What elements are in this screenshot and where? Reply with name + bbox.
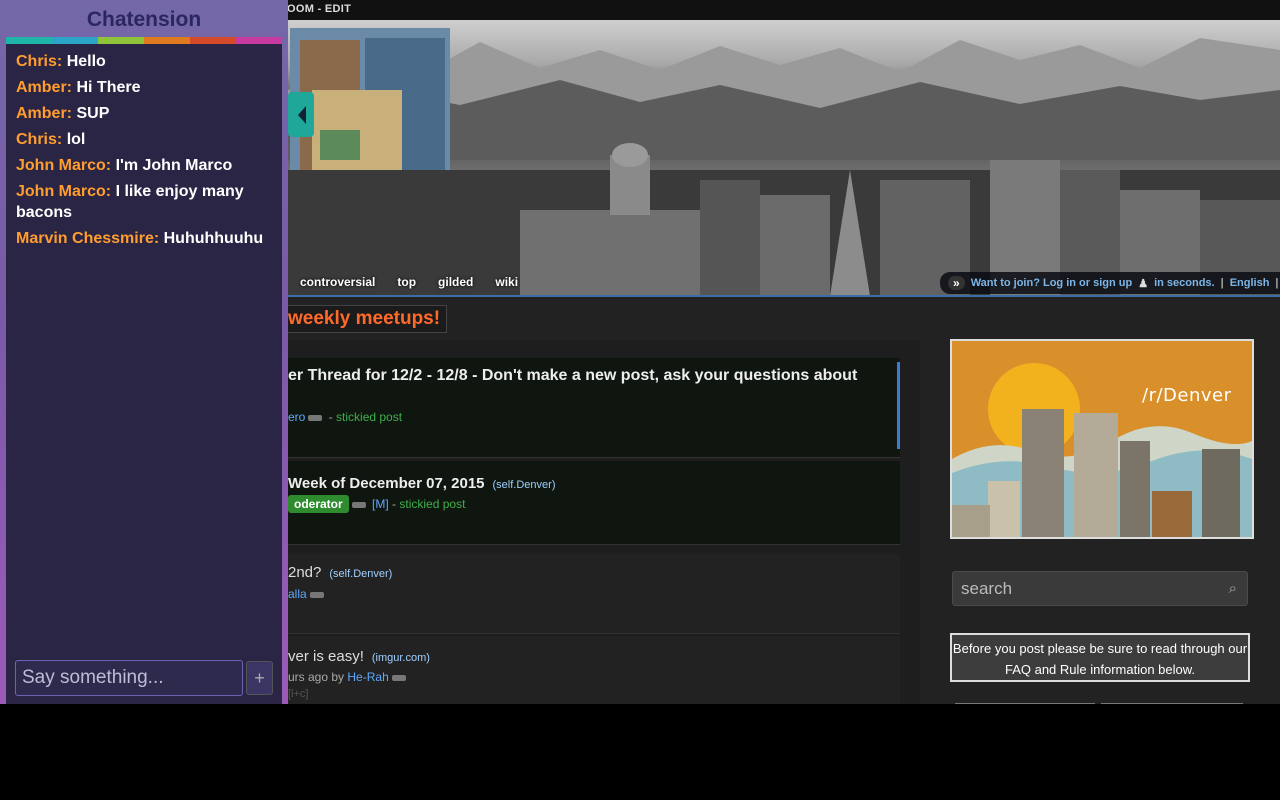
chat-text: Hi There — [76, 79, 141, 96]
separator: | — [1275, 277, 1279, 289]
mod-tag: [M] — [372, 497, 389, 511]
post-domain[interactable]: (self.Denver) — [329, 568, 392, 580]
post-author[interactable]: He-Rah — [347, 670, 388, 684]
scroll-indicator — [897, 362, 900, 450]
color-segment — [144, 37, 190, 44]
chat-message: Amber: SUP — [16, 103, 272, 124]
stickied-label: stickied post — [336, 410, 403, 424]
login-signup-link[interactable]: Want to join? Log in or sign up — [971, 277, 1133, 289]
subreddit-logo[interactable]: /r/Denver — [950, 339, 1254, 539]
chat-message: Chris: lol — [16, 129, 272, 150]
post-meta: ero - stickied post — [288, 410, 402, 424]
post-extra: [l+c] — [288, 688, 309, 700]
post-author[interactable]: alla — [288, 587, 307, 601]
separator: - — [392, 497, 397, 511]
post-meta: oderator [M] - stickied post — [288, 495, 466, 513]
chat-composer: + — [6, 651, 282, 704]
list-item: 2nd? (self.Denver) alla — [288, 554, 900, 634]
search-icon[interactable]: ⌕ — [1229, 580, 1237, 597]
post-title[interactable]: ver is easy! — [288, 648, 364, 665]
login-seconds-text: in seconds. — [1154, 277, 1215, 289]
denver-logo-illustration — [952, 341, 1252, 537]
chat-log: Chris: Hello Amber: Hi There Amber: SUP … — [6, 44, 282, 651]
banner-divider — [288, 295, 1280, 297]
list-item: er Thread for 12/2 - 12/8 - Don't make a… — [288, 358, 900, 458]
chat-message: John Marco: I like enjoy many bacons — [16, 181, 272, 223]
stickied-label: stickied post — [399, 497, 466, 511]
post-title[interactable]: 2nd? — [288, 564, 321, 581]
color-segment — [52, 37, 98, 44]
chat-username: John Marco: — [16, 183, 112, 200]
post-title-row: Week of December 07, 2015 (self.Denver) — [288, 475, 555, 492]
chat-text: Huhuhhuuhu — [163, 230, 264, 247]
post-meta: alla — [288, 587, 327, 601]
subreddit-tabs: controversial top gilded wiki — [300, 275, 518, 295]
chat-text: lol — [66, 131, 86, 148]
flair-icon — [309, 591, 324, 598]
post-title-row: 2nd? (self.Denver) — [288, 564, 392, 581]
expand-arrows-icon[interactable]: » — [948, 276, 965, 290]
post-title-row: ver is easy! (imgur.com) — [288, 648, 430, 665]
moderator-badge[interactable]: oderator — [288, 495, 349, 513]
post-time: urs ago by — [288, 670, 345, 684]
chat-text: SUP — [76, 105, 110, 122]
flair-icon — [391, 674, 406, 681]
tab-controversial[interactable]: controversial — [300, 275, 375, 295]
chat-message: Amber: Hi There — [16, 77, 272, 98]
color-segment — [6, 37, 52, 44]
chat-username: Marvin Chessmire: — [16, 230, 160, 247]
chat-username: Chris: — [16, 131, 63, 148]
breadcrumb: OOM - EDIT — [287, 3, 352, 15]
chat-title: Chatension — [86, 8, 202, 31]
sidebar-stub — [1101, 703, 1243, 704]
search-input[interactable] — [953, 572, 1247, 605]
tab-gilded[interactable]: gilded — [438, 275, 473, 295]
chat-message: John Marco: I'm John Marco — [16, 155, 272, 176]
screen: OOM - EDIT controversial top gilded wiki… — [0, 0, 1280, 704]
chat-text: Hello — [66, 53, 106, 70]
logo-text: /r/Denver — [1142, 385, 1232, 406]
post-title[interactable]: er Thread for 12/2 - 12/8 - Don't make a… — [288, 367, 857, 385]
chat-text: I'm John Marco — [115, 157, 233, 174]
snoo-icon: ♟ — [1138, 277, 1149, 290]
chat-username: John Marco: — [16, 157, 112, 174]
post-author[interactable]: ero — [288, 410, 305, 424]
post-title[interactable]: Week of December 07, 2015 — [288, 475, 485, 492]
chat-message: Marvin Chessmire: Huhuhhuuhu — [16, 228, 272, 249]
notice-box: Before you post please be sure to read t… — [950, 633, 1250, 682]
chat-panel: Chatension Chris: Hello Amber: Hi There … — [0, 0, 288, 704]
color-segment — [98, 37, 144, 44]
flair-icon — [351, 501, 366, 508]
language-link[interactable]: English — [1230, 277, 1270, 289]
list-item: ver is easy! (imgur.com) urs ago by He-Ra… — [288, 636, 900, 704]
color-segment — [190, 37, 236, 44]
search-box: ⌕ — [952, 571, 1248, 606]
post-meta: urs ago by He-Rah — [288, 670, 409, 684]
separator: | — [1220, 277, 1224, 289]
chat-color-bar — [6, 37, 282, 44]
post-domain[interactable]: (self.Denver) — [493, 479, 556, 491]
meetups-button[interactable]: weekly meetups! — [281, 305, 448, 333]
chat-username: Amber: — [16, 79, 73, 96]
chat-username: Chris: — [16, 53, 63, 70]
flair-icon — [308, 414, 323, 421]
tab-top[interactable]: top — [397, 275, 416, 295]
chat-username: Amber: — [16, 105, 73, 122]
chat-send-button[interactable]: + — [246, 661, 273, 695]
separator: - — [328, 410, 333, 424]
chat-message-input[interactable] — [15, 660, 243, 696]
post-list: er Thread for 12/2 - 12/8 - Don't make a… — [288, 340, 920, 704]
list-item: Week of December 07, 2015 (self.Denver) o… — [288, 461, 900, 545]
color-segment — [236, 37, 282, 44]
chat-message: Chris: Hello — [16, 51, 272, 72]
sidebar-stub — [955, 703, 1095, 704]
tab-wiki[interactable]: wiki — [495, 275, 518, 295]
post-domain[interactable]: (imgur.com) — [372, 652, 430, 664]
user-bar: » Want to join? Log in or sign up ♟ in s… — [940, 272, 1280, 294]
